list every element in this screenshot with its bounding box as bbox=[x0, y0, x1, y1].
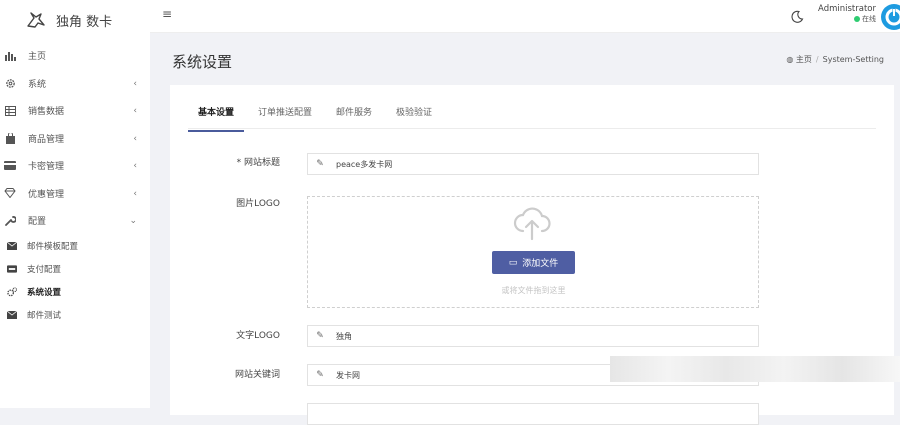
user-info[interactable]: Administrator 在线 bbox=[818, 4, 876, 24]
hamburger-menu-icon[interactable]: ≡ bbox=[162, 7, 172, 21]
sidebar-item-home[interactable]: 主页 bbox=[0, 42, 150, 70]
sidebar-item-label: 主页 bbox=[28, 52, 47, 63]
breadcrumb: ◍ 主页 / System-Setting bbox=[786, 55, 884, 64]
watermark-blur bbox=[610, 356, 900, 382]
chevron-left-icon: ‹ bbox=[133, 133, 137, 144]
brand[interactable]: 独角 数卡 bbox=[0, 0, 150, 40]
unicorn-logo-icon bbox=[27, 12, 45, 28]
sidebar-item-label: 卡密管理 bbox=[28, 162, 65, 173]
keywords-label: 网站关键词 bbox=[234, 370, 280, 380]
add-file-button[interactable]: ▭ 添加文件 bbox=[492, 251, 575, 274]
cloud-upload-icon bbox=[513, 207, 551, 241]
folder-icon: ▭ bbox=[508, 257, 518, 268]
sidebar-subitem-mail-template[interactable]: 邮件模板配置 bbox=[0, 235, 150, 258]
brand-name: 独角 数卡 bbox=[56, 14, 113, 30]
chevron-left-icon: ‹ bbox=[133, 161, 137, 171]
chevron-left-icon: ‹ bbox=[133, 106, 137, 116]
sidebar-item-label: 优惠管理 bbox=[28, 189, 65, 200]
chevron-left-icon: ‹ bbox=[133, 78, 137, 89]
sidebar-item-label: 商品管理 bbox=[28, 134, 65, 145]
sidebar-item-config[interactable]: 配置 ⌄ bbox=[0, 207, 150, 235]
username: Administrator bbox=[818, 4, 876, 14]
chevron-left-icon: ‹ bbox=[133, 188, 137, 199]
sidebar-item-system[interactable]: 系统 ‹ bbox=[0, 70, 150, 98]
logo-dropzone[interactable]: ▭ 添加文件 或将文件拖到这里 bbox=[307, 196, 759, 308]
text-logo-label: 文字LOGO bbox=[236, 331, 280, 341]
drop-hint: 或将文件拖到这里 bbox=[501, 286, 566, 295]
table-icon bbox=[4, 105, 16, 117]
site-title-label: * 网站标题 bbox=[236, 158, 280, 168]
sidebar: 独角 数卡 主页 系统 ‹ 销售数据 ‹ 商品管理 ‹ 卡密管理 ‹ 优惠管理 … bbox=[0, 0, 150, 408]
sidebar-subitem-payment[interactable]: 支付配置 bbox=[0, 258, 150, 281]
sidebar-subitem-label: 邮件测试 bbox=[27, 311, 62, 321]
dark-mode-moon-icon[interactable] bbox=[790, 10, 804, 24]
text-logo-field[interactable]: ✎ 独角 bbox=[307, 325, 759, 347]
sidebar-item-label: 系统 bbox=[28, 79, 47, 90]
sidebar-subitem-system-settings[interactable]: 系统设置 bbox=[0, 281, 150, 304]
dashboard-icon: ◍ bbox=[786, 55, 794, 64]
diamond-icon bbox=[4, 187, 16, 199]
credit-card-icon bbox=[4, 160, 16, 172]
avatar[interactable] bbox=[881, 4, 900, 30]
tab-divider bbox=[188, 128, 876, 129]
site-title-value: peace多发卡网 bbox=[336, 159, 393, 169]
sidebar-item-cards[interactable]: 卡密管理 ‹ bbox=[0, 152, 150, 180]
logo-label: 图片LOGO bbox=[236, 199, 280, 209]
wrench-icon bbox=[4, 215, 16, 227]
envelope-icon bbox=[7, 242, 17, 250]
online-dot-icon bbox=[854, 16, 860, 22]
sidebar-subitem-label: 支付配置 bbox=[27, 265, 62, 275]
shopping-bag-icon bbox=[4, 132, 16, 144]
site-title-field[interactable]: ✎ peace多发卡网 bbox=[307, 153, 759, 175]
pencil-icon: ✎ bbox=[316, 159, 324, 169]
add-file-label: 添加文件 bbox=[522, 259, 559, 269]
next-field[interactable] bbox=[307, 403, 759, 425]
cogs-icon bbox=[7, 287, 17, 297]
keywords-value: 发卡网 bbox=[336, 370, 360, 380]
sidebar-item-label: 配置 bbox=[28, 217, 47, 228]
pencil-icon: ✎ bbox=[316, 331, 324, 341]
topbar: ≡ Administrator 在线 bbox=[150, 0, 900, 33]
breadcrumb-home[interactable]: 主页 bbox=[796, 55, 812, 64]
sidebar-item-sales[interactable]: 销售数据 ‹ bbox=[0, 97, 150, 125]
online-status: 在线 bbox=[818, 14, 876, 24]
chevron-down-icon: ⌄ bbox=[129, 216, 137, 226]
sidebar-item-coupons[interactable]: 优惠管理 ‹ bbox=[0, 180, 150, 208]
bar-chart-icon bbox=[4, 50, 16, 62]
envelope-icon bbox=[7, 311, 17, 319]
page-header: 系统设置 ◍ 主页 / System-Setting bbox=[150, 33, 900, 85]
text-logo-value: 独角 bbox=[336, 331, 352, 341]
sidebar-subitem-label: 系统设置 bbox=[27, 288, 62, 298]
pencil-icon: ✎ bbox=[316, 370, 324, 380]
sidebar-subitem-label: 邮件模板配置 bbox=[27, 242, 79, 252]
sidebar-item-products[interactable]: 商品管理 ‹ bbox=[0, 125, 150, 153]
visa-icon bbox=[7, 265, 17, 273]
avatar-power-icon bbox=[885, 7, 900, 26]
sidebar-subitem-mail-test[interactable]: 邮件测试 bbox=[0, 304, 150, 327]
status-text: 在线 bbox=[862, 15, 876, 23]
page-title: 系统设置 bbox=[172, 53, 233, 71]
gear-icon bbox=[4, 77, 16, 89]
sidebar-item-label: 销售数据 bbox=[28, 107, 65, 118]
breadcrumb-current: System-Setting bbox=[822, 55, 884, 64]
